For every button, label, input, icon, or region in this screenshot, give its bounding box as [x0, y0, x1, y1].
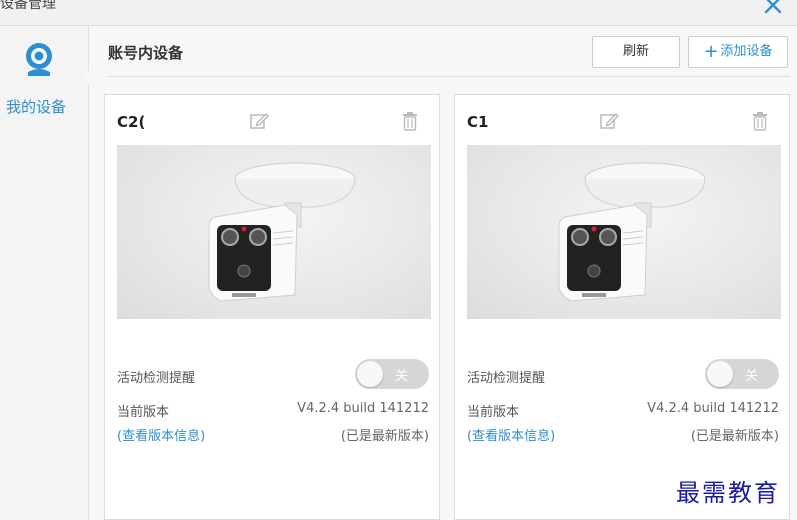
camera-illustration: [558, 162, 706, 302]
watermark-text: 最需教育: [676, 479, 780, 507]
view-version-info-link[interactable]: (查看版本信息): [467, 429, 555, 444]
plus-icon: +: [703, 41, 719, 62]
sidebar: 我的设备: [0, 26, 88, 520]
window-titlebar: 设备管理: [0, 0, 797, 26]
window-title: 设备管理: [0, 0, 56, 12]
header-divider: [108, 76, 790, 77]
toggle-knob: [357, 361, 383, 387]
trash-icon[interactable]: [401, 111, 419, 131]
motion-detection-toggle[interactable]: 关: [355, 359, 429, 389]
toggle-state: 关: [395, 369, 409, 384]
version-row: 当前版本 V4.2.4 build 141212: [467, 401, 779, 420]
version-label: 当前版本: [467, 405, 520, 420]
version-links-row: (查看版本信息) (已是最新版本): [117, 425, 429, 444]
device-name: C1: [467, 113, 489, 131]
motion-detection-label: 活动检测提醒: [117, 371, 196, 386]
add-device-label: 添加设备: [720, 44, 773, 59]
device-card[interactable]: C2( 活动检测提醒 关 当前版本 V4.2.4 build 141212 (查…: [104, 94, 440, 520]
version-status: (已是最新版本): [340, 429, 429, 444]
motion-detection-toggle[interactable]: 关: [705, 359, 779, 389]
device-name: C2(: [117, 113, 146, 131]
version-status: (已是最新版本): [690, 429, 779, 444]
refresh-button[interactable]: 刷新: [592, 36, 680, 68]
camera-image: [117, 145, 431, 319]
motion-detection-row: 活动检测提醒 关: [117, 359, 429, 389]
motion-detection-row: 活动检测提醒 关: [467, 359, 779, 389]
camera-illustration: [208, 162, 356, 302]
view-version-info-link[interactable]: (查看版本信息): [117, 429, 205, 444]
version-value: V4.2.4 build 141212: [297, 401, 429, 416]
toggle-knob: [707, 361, 733, 387]
sidebar-item-my-devices[interactable]: 我的设备: [0, 34, 88, 116]
active-pointer: [82, 70, 90, 86]
device-card[interactable]: C1 活动检测提醒 关 当前版本 V4.2.4 build 141212 (查看…: [454, 94, 790, 520]
webcam-icon: [26, 43, 52, 76]
motion-detection-label: 活动检测提醒: [467, 371, 546, 386]
sidebar-item-label: 我的设备: [6, 98, 67, 116]
toggle-state: 关: [745, 369, 759, 384]
close-icon[interactable]: [762, 0, 784, 16]
add-device-button[interactable]: + 添加设备: [688, 36, 788, 68]
page-title: 账号内设备: [108, 44, 184, 62]
version-links-row: (查看版本信息) (已是最新版本): [467, 425, 779, 444]
version-value: V4.2.4 build 141212: [647, 401, 779, 416]
version-row: 当前版本 V4.2.4 build 141212: [117, 401, 429, 420]
version-label: 当前版本: [117, 405, 170, 420]
edit-icon[interactable]: [599, 111, 619, 131]
trash-icon[interactable]: [751, 111, 769, 131]
edit-icon[interactable]: [249, 111, 269, 131]
camera-image: [467, 145, 781, 319]
